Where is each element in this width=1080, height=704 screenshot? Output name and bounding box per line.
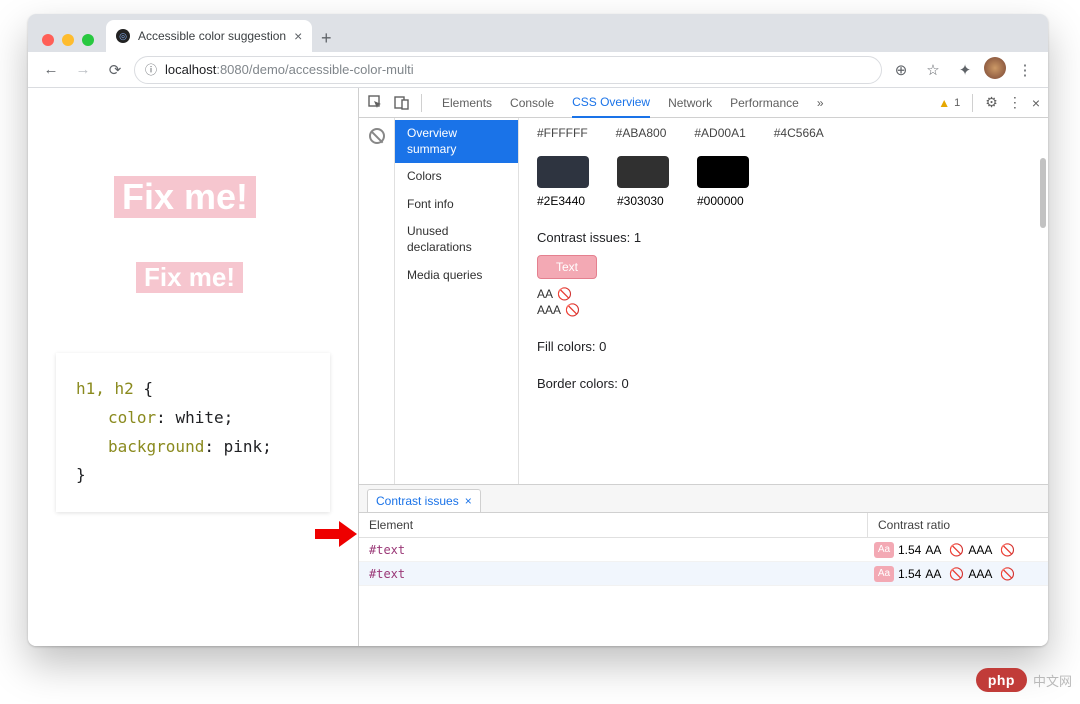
fail-icon: 🚫 <box>1000 567 1015 581</box>
overview-sidenav: Overview summary Colors Font info Unused… <box>395 118 519 484</box>
table-row[interactable]: #text Aa1.54 AA🚫 AAA🚫 <box>359 562 1048 586</box>
close-tab-icon[interactable]: × <box>294 28 302 44</box>
demo-h1: Fix me! <box>114 176 256 218</box>
tab-title: Accessible color suggestion <box>138 29 286 43</box>
contrast-sample-button[interactable]: Text <box>537 255 597 279</box>
tab-performance[interactable]: Performance <box>730 88 799 118</box>
clear-overview-icon[interactable] <box>369 128 385 144</box>
forward-button[interactable]: → <box>70 57 96 83</box>
minimize-window-icon[interactable] <box>62 34 74 46</box>
tab-strip: ◎ Accessible color suggestion × + <box>28 14 1048 52</box>
device-toolbar-icon[interactable] <box>393 94 411 112</box>
fail-icon: 🚫 <box>565 303 580 317</box>
extensions-icon[interactable]: ✦ <box>952 57 978 83</box>
window-controls <box>36 34 102 52</box>
hex-label: #ABA800 <box>616 126 667 140</box>
hex-label: #FFFFFF <box>537 126 588 140</box>
site-info-icon[interactable]: ⓘ <box>145 61 157 78</box>
drawer-tabs: Contrast issues× <box>359 485 1048 513</box>
profile-avatar[interactable] <box>984 57 1006 79</box>
tab-console[interactable]: Console <box>510 88 554 118</box>
sample-swatch-icon: Aa <box>874 566 894 582</box>
fail-icon: 🚫 <box>949 567 964 581</box>
warning-icon: ▲ <box>938 96 950 110</box>
back-button[interactable]: ← <box>38 57 64 83</box>
aa-rating: AA🚫 <box>537 287 1030 301</box>
watermark-badge: php 中文网 <box>976 668 1072 692</box>
table-row[interactable]: #text Aa1.54 AA🚫 AAA🚫 <box>359 538 1048 562</box>
border-heading: Border colors: 0 <box>537 376 1030 391</box>
warnings-badge[interactable]: ▲1 <box>938 96 960 110</box>
sidenav-unused-declarations[interactable]: Unused declarations <box>395 218 518 261</box>
drawer: Contrast issues× Element Contrast ratio … <box>359 484 1048 646</box>
contrast-heading: Contrast issues: 1 <box>537 230 1030 245</box>
fail-icon: 🚫 <box>949 543 964 557</box>
code-snippet: h1, h2 { color: white; background: pink;… <box>56 353 330 512</box>
overview-main: #FFFFFF #ABA800 #AD00A1 #4C566A #2E3440 … <box>519 118 1048 484</box>
url-host: localhost <box>165 62 216 77</box>
swatch-icon <box>617 156 669 188</box>
sidenav-media-queries[interactable]: Media queries <box>395 262 518 290</box>
hex-row: #FFFFFF #ABA800 #AD00A1 #4C566A <box>537 126 1030 140</box>
demo-h2: Fix me! <box>136 262 243 293</box>
close-window-icon[interactable] <box>42 34 54 46</box>
address-bar[interactable]: ⓘ localhost:8080/demo/accessible-color-m… <box>134 56 882 84</box>
tabs-overflow[interactable]: » <box>817 88 824 118</box>
clear-col <box>359 118 395 484</box>
maximize-window-icon[interactable] <box>82 34 94 46</box>
fill-heading: Fill colors: 0 <box>537 339 1030 354</box>
sidenav-overview-summary[interactable]: Overview summary <box>395 120 518 163</box>
content-area: Fix me! Fix me! h1, h2 { color: white; b… <box>28 88 1048 646</box>
toolbar-actions: ⊕ ☆ ✦ ⋮ <box>888 57 1038 83</box>
color-swatch[interactable]: #303030 <box>617 156 669 208</box>
new-tab-button[interactable]: + <box>312 24 340 52</box>
tab-network[interactable]: Network <box>668 88 712 118</box>
devtools-menu-icon[interactable]: ⋮ <box>1008 94 1022 111</box>
close-devtools-icon[interactable]: × <box>1032 95 1040 111</box>
url-port: :8080 <box>216 62 249 77</box>
th-element: Element <box>359 513 868 537</box>
watermark-text: 中文网 <box>1033 671 1072 690</box>
tab-css-overview[interactable]: CSS Overview <box>572 88 650 118</box>
toolbar: ← → ⟳ ⓘ localhost:8080/demo/accessible-c… <box>28 52 1048 88</box>
bookmark-icon[interactable]: ☆ <box>920 57 946 83</box>
swatch-icon <box>697 156 749 188</box>
sidenav-font-info[interactable]: Font info <box>395 191 518 219</box>
sidenav-colors[interactable]: Colors <box>395 163 518 191</box>
hex-label: #4C566A <box>774 126 824 140</box>
php-logo-icon: php <box>976 668 1027 692</box>
fail-icon: 🚫 <box>557 287 572 301</box>
color-swatch[interactable]: #000000 <box>697 156 749 208</box>
url-path: /demo/accessible-color-multi <box>249 62 414 77</box>
overflow-menu-icon[interactable]: ⋮ <box>1012 57 1038 83</box>
sample-swatch-icon: Aa <box>874 542 894 558</box>
browser-window: ◎ Accessible color suggestion × + ← → ⟳ … <box>28 14 1048 646</box>
page-preview: Fix me! Fix me! h1, h2 { color: white; b… <box>28 88 358 646</box>
tab-elements[interactable]: Elements <box>442 88 492 118</box>
devtools-tabbar: Elements Console CSS Overview Network Pe… <box>359 88 1048 118</box>
favicon-icon: ◎ <box>116 29 130 43</box>
reload-button[interactable]: ⟳ <box>102 57 128 83</box>
zoom-icon[interactable]: ⊕ <box>888 57 914 83</box>
close-drawer-tab-icon[interactable]: × <box>465 494 472 508</box>
annotation-arrow-icon <box>315 521 355 547</box>
browser-tab[interactable]: ◎ Accessible color suggestion × <box>106 20 312 52</box>
swatch-icon <box>537 156 589 188</box>
inspect-icon[interactable] <box>367 94 385 112</box>
settings-icon[interactable]: ⚙ <box>985 94 998 111</box>
aaa-rating: AAA🚫 <box>537 303 1030 317</box>
scrollbar-thumb[interactable] <box>1040 158 1046 228</box>
th-ratio: Contrast ratio <box>868 513 1048 537</box>
css-overview-body: Overview summary Colors Font info Unused… <box>359 118 1048 484</box>
color-swatch[interactable]: #2E3440 <box>537 156 589 208</box>
fail-icon: 🚫 <box>1000 543 1015 557</box>
table-header: Element Contrast ratio <box>359 513 1048 538</box>
devtools-panel: Elements Console CSS Overview Network Pe… <box>358 88 1048 646</box>
drawer-tab-contrast[interactable]: Contrast issues× <box>367 489 481 512</box>
hex-label: #AD00A1 <box>694 126 745 140</box>
